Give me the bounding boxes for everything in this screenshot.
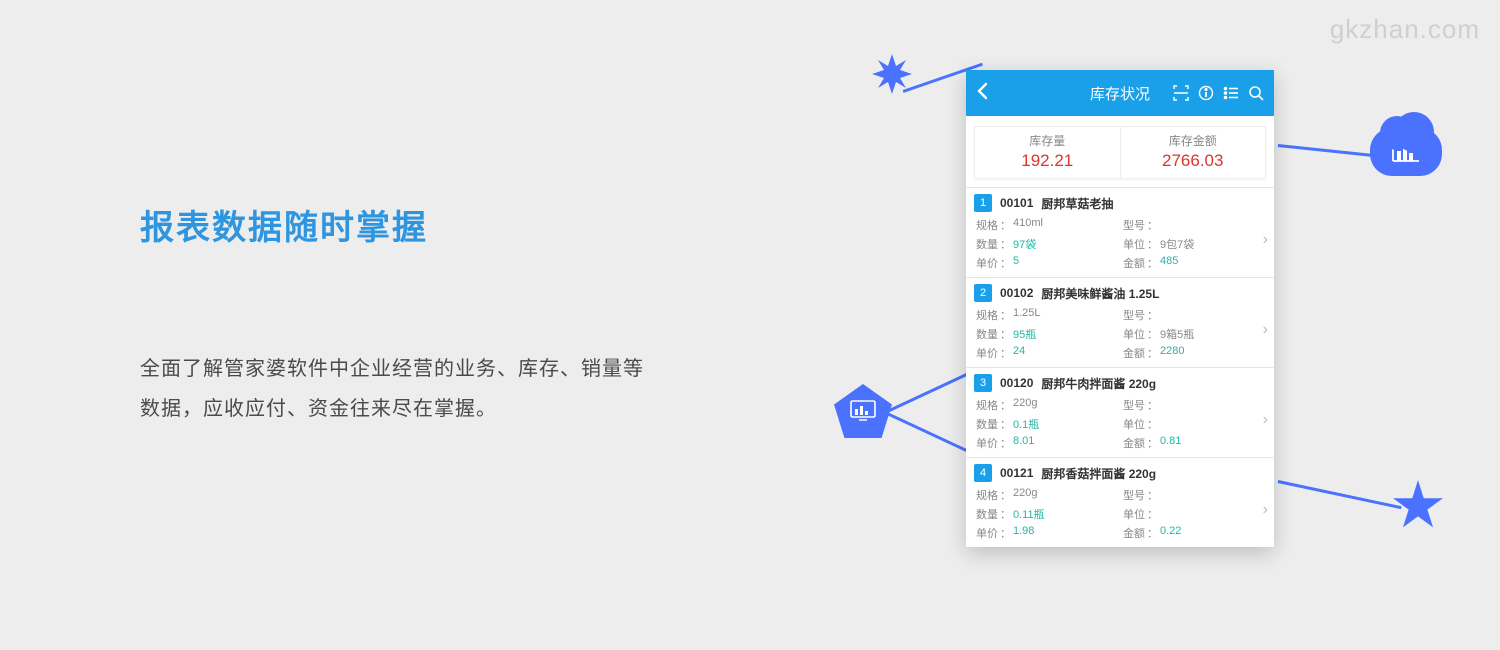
item-code: 00101 <box>1000 196 1033 210</box>
item-index-badge: 2 <box>974 284 992 302</box>
list-item[interactable]: 2 00102 厨邦美味鲜酱油 1.25L 规格：1.25L 型号： 数量：95瓶单位：9… <box>966 277 1274 367</box>
inventory-list: 1 00101 厨邦草菇老抽规格：410ml 型号： 数量：97袋单位：9包7袋单价：5… <box>966 187 1274 547</box>
item-field: 单价：1.98 <box>976 525 1117 541</box>
marketing-text: 报表数据随时掌握 全面了解管家婆软件中企业经营的业务、库存、销量等数据，应收应付… <box>140 200 660 429</box>
item-field: 规格：220g <box>976 397 1117 413</box>
list-item[interactable]: 3 00120 厨邦牛肉拌面酱 220g 规格：220g 型号： 数量：0.1瓶单位： 单价… <box>966 367 1274 457</box>
item-index-badge: 1 <box>974 194 992 212</box>
item-field: 金额：0.81 <box>1123 435 1264 451</box>
item-name: 厨邦草菇老抽 <box>1041 195 1113 212</box>
item-name: 厨邦香菇拌面酱 220g <box>1041 465 1156 482</box>
list-icon[interactable] <box>1223 85 1239 101</box>
app-header: 库存状况 <box>966 70 1274 116</box>
summary-card: 库存量 192.21 库存金额 2766.03 <box>974 126 1266 179</box>
stock-qty-label: 库存量 <box>975 132 1120 149</box>
list-item[interactable]: 4 00121 厨邦香菇拌面酱 220g 规格：220g 型号： 数量：0.11瓶单位： 单… <box>966 457 1274 547</box>
monitor-chart-icon <box>850 400 876 422</box>
back-button[interactable] <box>976 82 996 105</box>
item-field: 单价：8.01 <box>976 435 1117 451</box>
item-field: 规格：1.25L <box>976 307 1117 323</box>
item-field: 型号： <box>1123 487 1264 503</box>
item-field: 金额：485 <box>1123 255 1264 271</box>
item-field: 金额：0.22 <box>1123 525 1264 541</box>
item-field: 单价：24 <box>976 345 1117 361</box>
description: 全面了解管家婆软件中企业经营的业务、库存、销量等数据，应收应付、资金往来尽在掌握… <box>140 349 660 429</box>
bar-chart-icon <box>1391 141 1421 163</box>
chevron-right-icon: › <box>1263 411 1268 429</box>
stock-qty-value: 192.21 <box>975 151 1120 171</box>
stock-amount-panel[interactable]: 库存金额 2766.03 <box>1121 127 1266 178</box>
item-field: 数量：0.11瓶 <box>976 506 1117 522</box>
chevron-right-icon: › <box>1263 501 1268 519</box>
heading: 报表数据随时掌握 <box>140 200 660 249</box>
search-icon[interactable] <box>1248 85 1264 101</box>
item-index-badge: 3 <box>974 374 992 392</box>
item-name: 厨邦牛肉拌面酱 220g <box>1041 375 1156 392</box>
item-field: 数量：97袋 <box>976 236 1117 252</box>
list-item[interactable]: 1 00101 厨邦草菇老抽规格：410ml 型号： 数量：97袋单位：9包7袋单价：5… <box>966 187 1274 277</box>
chevron-right-icon: › <box>1263 321 1268 339</box>
info-icon[interactable] <box>1198 85 1214 101</box>
item-field: 单位：9包7袋 <box>1123 236 1264 252</box>
connector-line <box>1278 480 1402 509</box>
phone-app-preview: 库存状况 库存量 <box>966 70 1274 547</box>
stock-qty-panel[interactable]: 库存量 192.21 <box>975 127 1121 178</box>
connector-line <box>884 371 970 413</box>
connector-line <box>884 411 970 453</box>
item-field: 数量：0.1瓶 <box>976 416 1117 432</box>
item-code: 00120 <box>1000 376 1033 390</box>
chevron-right-icon: › <box>1263 231 1268 249</box>
item-field: 型号： <box>1123 217 1264 233</box>
scan-icon[interactable] <box>1173 85 1189 101</box>
item-field: 规格：220g <box>976 487 1117 503</box>
item-name: 厨邦美味鲜酱油 1.25L <box>1041 285 1159 302</box>
item-code: 00102 <box>1000 286 1033 300</box>
item-index-badge: 4 <box>974 464 992 482</box>
item-field: 单位： <box>1123 506 1264 522</box>
item-field: 规格：410ml <box>976 217 1117 233</box>
item-field: 型号： <box>1123 397 1264 413</box>
item-field: 单位： <box>1123 416 1264 432</box>
item-field: 金额：2280 <box>1123 345 1264 361</box>
burst-icon <box>872 54 912 94</box>
item-field: 单价：5 <box>976 255 1117 271</box>
stock-amount-label: 库存金额 <box>1121 132 1266 149</box>
stock-amount-value: 2766.03 <box>1121 151 1266 171</box>
item-field: 型号： <box>1123 307 1264 323</box>
item-code: 00121 <box>1000 466 1033 480</box>
item-field: 单位：9箱5瓶 <box>1123 326 1264 342</box>
item-field: 数量：95瓶 <box>976 326 1117 342</box>
pentagon-icon <box>834 384 892 438</box>
cloud-chart-icon <box>1370 128 1442 176</box>
watermark: gkzhan.com <box>1330 14 1480 45</box>
